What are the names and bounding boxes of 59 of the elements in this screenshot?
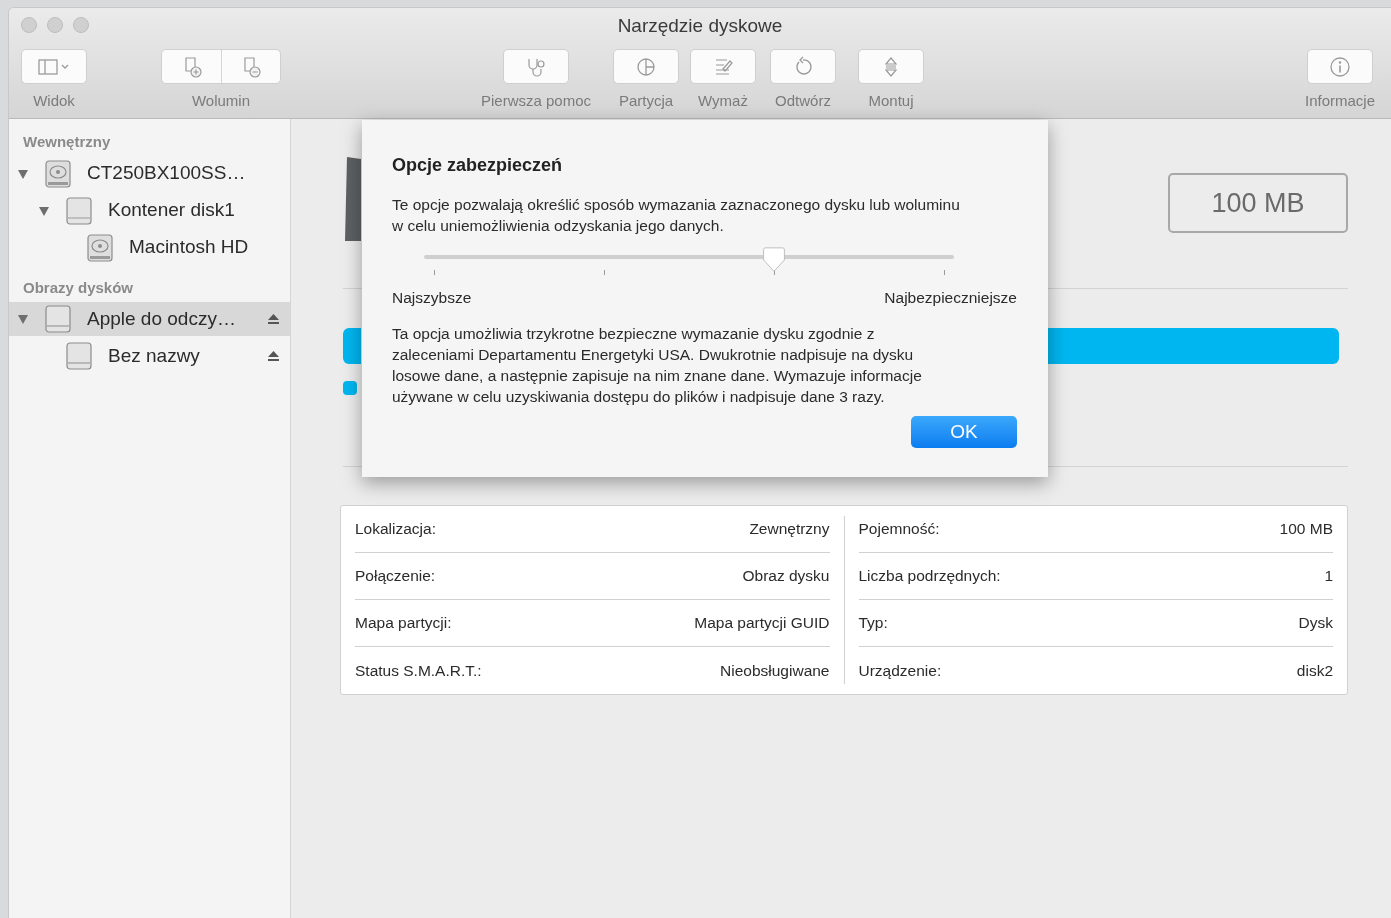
toolbar-label: Pierwsza pomoc bbox=[480, 91, 591, 111]
toolbar-label: Informacje bbox=[1305, 91, 1375, 111]
zoom-button[interactable] bbox=[73, 17, 89, 33]
item-name: Kontener disk1 bbox=[108, 198, 235, 223]
security-slider[interactable] bbox=[424, 247, 954, 277]
info-label: Połączenie: bbox=[355, 566, 436, 587]
slider-min-label: Najszybsze bbox=[392, 288, 472, 308]
item-name: Bez nazwy bbox=[108, 343, 200, 368]
toolbar-label: Montuj bbox=[868, 91, 914, 111]
toolbar-label: Widok bbox=[33, 91, 75, 111]
item-name: Macintosh HD bbox=[129, 235, 249, 260]
eject-icon[interactable] bbox=[267, 350, 280, 362]
toolbar-label: Odtwórz bbox=[775, 91, 831, 111]
info-value: Obraz dysku bbox=[742, 566, 830, 587]
sidebar-item[interactable]: Bez nazwy bbox=[9, 339, 290, 373]
info-value: 100 MB bbox=[1279, 519, 1333, 540]
expanded-triangle-icon[interactable] bbox=[17, 167, 29, 180]
section-title: Obrazy dysków bbox=[22, 277, 135, 298]
info-value: disk2 bbox=[1296, 660, 1333, 681]
expanded-triangle-icon[interactable] bbox=[17, 313, 29, 325]
drive-icon bbox=[45, 305, 71, 333]
dialog-detail-text: Ta opcja umożliwia trzykrotne bezpieczne wymazanie dysku zgodnie z zaleceniami Departamentu Energetyki USA. Dwukrotnie nadpisuje na dysku losowe dane, a następnie zapisuje na nim znane dane. Wymazuje informacje używane w celu uzyskiwania dostępu do plików i nadpisuje dane 3 razy. bbox=[392, 324, 923, 408]
info-value: 1 bbox=[1324, 566, 1333, 587]
window-title: Narzędzie dyskowe bbox=[617, 13, 783, 38]
info-label: Typ: bbox=[858, 613, 888, 634]
slider-max-label: Najbezpieczniejsze bbox=[884, 288, 1017, 308]
info-label: Mapa partycji: bbox=[355, 613, 452, 634]
drive-icon bbox=[66, 342, 92, 370]
item-name: CT250BX100SS… bbox=[87, 161, 246, 186]
capacity-display: 100 MB bbox=[1168, 173, 1348, 233]
info-icon bbox=[1328, 54, 1352, 79]
info-value: Nieobsługiwane bbox=[720, 660, 830, 681]
eject-icon[interactable] bbox=[267, 313, 280, 325]
dialog-title: Opcje zabezpieczeń bbox=[392, 154, 564, 177]
toolbar-label: Partycja bbox=[618, 91, 674, 111]
dialog-description: Te opcje pozwalają określić sposób wymazania zaznaczonego dysku lub woluminu w celu uniemożliwienia odzyskania jego danych. bbox=[392, 195, 961, 236]
sidebar-item[interactable]: Apple do odczy… bbox=[9, 302, 290, 336]
sidebar-item[interactable]: CT250BX100SS… bbox=[9, 156, 290, 191]
info-label: Liczba podrzędnych: bbox=[858, 566, 1001, 587]
section-title: Wewnętrzny bbox=[22, 132, 112, 152]
item-name: Apple do odczy… bbox=[87, 306, 236, 331]
info-value: Zewnętrzny bbox=[749, 519, 830, 540]
info-value: Dysk bbox=[1298, 613, 1333, 634]
info-label: Lokalizacja: bbox=[355, 519, 436, 540]
info-label: Pojemność: bbox=[858, 519, 940, 540]
drive-icon bbox=[66, 196, 92, 225]
expanded-triangle-icon[interactable] bbox=[38, 204, 50, 217]
segmented-control[interactable] bbox=[161, 49, 281, 84]
slider-thumb[interactable] bbox=[761, 247, 788, 273]
info-label: Urządzenie: bbox=[858, 660, 942, 681]
sidebar-item[interactable]: Kontener disk1 bbox=[9, 193, 290, 228]
info-label: Status S.M.A.R.T.: bbox=[355, 660, 482, 681]
close-button[interactable] bbox=[21, 17, 37, 33]
toolbar-label: Wymaż bbox=[698, 91, 748, 111]
sidebar-item[interactable]: Macintosh HD bbox=[9, 230, 290, 265]
minimize-button[interactable] bbox=[47, 17, 63, 33]
toolbar-label: Wolumin bbox=[191, 91, 251, 111]
info-value: Mapa partycji GUID bbox=[694, 613, 830, 634]
usage-bar-end bbox=[343, 328, 361, 364]
